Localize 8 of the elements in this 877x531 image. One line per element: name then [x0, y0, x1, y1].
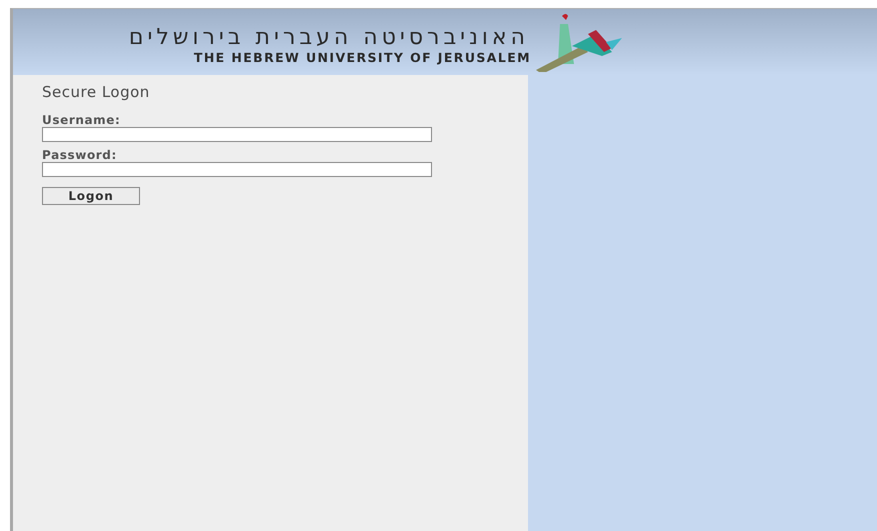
university-name-english: THE HEBREW UNIVERSITY OF JERUSALEM	[194, 50, 531, 64]
logon-button[interactable]: Logon	[42, 187, 140, 205]
input-field[interactable]	[42, 162, 432, 177]
university-name-hebrew: האוניברסיטה העברית בירושלים	[128, 26, 529, 50]
input-field[interactable]	[42, 127, 432, 142]
field-label: Password:	[42, 149, 117, 162]
page-title: Secure Logon	[42, 83, 150, 101]
field-label: Username:	[42, 114, 120, 127]
